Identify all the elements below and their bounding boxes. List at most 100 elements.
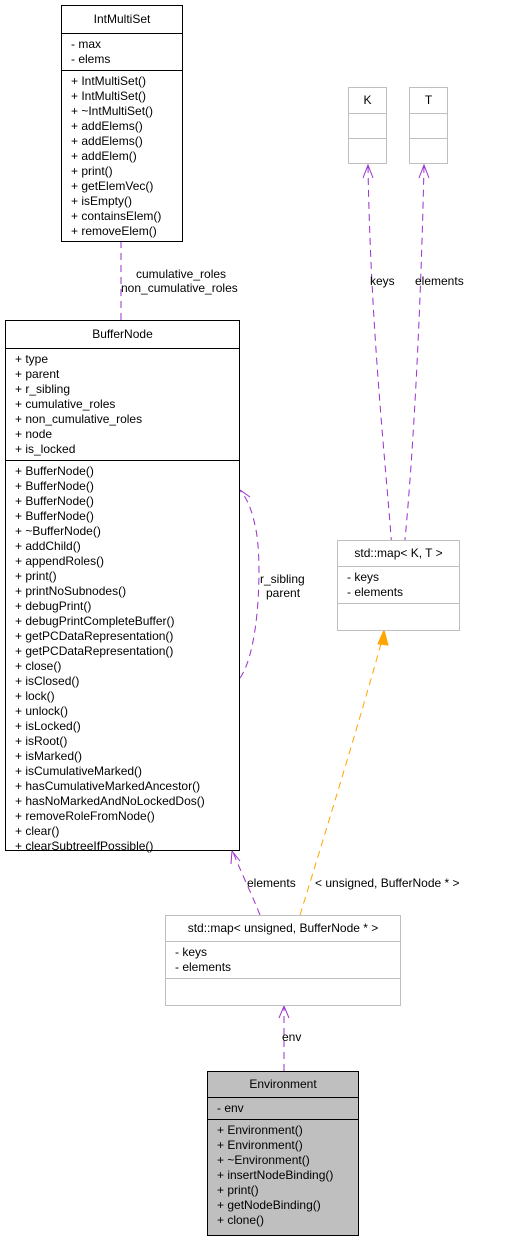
method: + ~BufferNode() xyxy=(15,524,101,538)
method: + removeElem() xyxy=(71,224,157,238)
method: + BufferNode() xyxy=(15,509,94,523)
edge-label-parent: parent xyxy=(266,586,301,600)
attribute: + node xyxy=(15,427,53,441)
method: + lock() xyxy=(15,689,55,703)
methods-section xyxy=(338,603,459,628)
attributes-section: - env xyxy=(208,1097,358,1119)
attributes-section: + type + parent + r_sibling + cumulative_ro… xyxy=(6,348,239,460)
attribute: - env xyxy=(217,1101,244,1115)
class-buffernode[interactable]: BufferNode + type + parent + r_sibling + cu… xyxy=(5,320,240,853)
method: + debugPrintCompleteBuffer() xyxy=(15,614,175,628)
method: + getPCDataRepresentation() xyxy=(15,644,174,658)
edge-map-t xyxy=(401,165,425,569)
method: + isEmpty() xyxy=(71,194,133,208)
method: + print() xyxy=(15,569,57,583)
method: + isRoot() xyxy=(15,734,68,748)
attribute: + non_cumulative_roles xyxy=(15,412,143,426)
method: + isCumulativeMarked() xyxy=(15,764,143,778)
attribute: + parent xyxy=(15,367,60,381)
attributes-section: - keys - elements xyxy=(338,566,459,603)
class-title: BufferNode xyxy=(92,327,153,341)
method: + Environment() xyxy=(217,1123,303,1137)
method: + isMarked() xyxy=(15,749,83,763)
attributes-section: - max - elems xyxy=(62,33,182,70)
methods-section xyxy=(349,138,386,163)
method: + hasCumulativeMarkedAncestor() xyxy=(15,779,201,793)
method: + containsElem() xyxy=(71,209,162,223)
method: + BufferNode() xyxy=(15,494,94,508)
method: + ~IntMultiSet() xyxy=(71,104,154,118)
edge-map-k xyxy=(367,165,394,569)
class-title: IntMultiSet xyxy=(93,12,151,26)
method: + getPCDataRepresentation() xyxy=(15,629,174,643)
attribute: - keys xyxy=(347,570,380,584)
method: + addElems() xyxy=(71,134,143,148)
edge-template-instantiation xyxy=(299,639,383,916)
class-k[interactable]: K xyxy=(348,87,387,164)
attributes-section: - keys - elements xyxy=(166,941,400,978)
method: + getNodeBinding() xyxy=(217,1198,321,1212)
method: + insertNodeBinding() xyxy=(217,1168,334,1182)
attribute: + type xyxy=(15,352,49,366)
attribute: - max xyxy=(71,37,101,51)
method: + isClosed() xyxy=(15,674,80,688)
edge-label-template-args: < unsigned, BufferNode * > xyxy=(315,876,460,890)
edge-label-env: env xyxy=(282,1030,302,1044)
method: + clearSubtreeIfPossible() xyxy=(15,839,154,853)
attribute: - elems xyxy=(71,52,111,66)
methods-section xyxy=(166,978,400,1003)
attribute: - keys xyxy=(175,945,208,959)
method: + Environment() xyxy=(217,1138,303,1152)
method: + print() xyxy=(217,1183,259,1197)
method: + BufferNode() xyxy=(15,464,94,478)
edge-label-non-cumulative-roles: non_cumulative_roles xyxy=(121,281,238,295)
method: + printNoSubnodes() xyxy=(15,584,127,598)
attributes-section xyxy=(349,113,386,138)
edge-label-keys: keys xyxy=(370,274,395,288)
method: + addChild() xyxy=(15,539,81,553)
class-title: K xyxy=(363,93,372,107)
class-std-map-instance[interactable]: std::map< unsigned, BufferNode * > - key… xyxy=(165,915,401,1006)
methods-section: + IntMultiSet() + IntMultiSet() + ~IntMult… xyxy=(62,70,182,242)
method: + debugPrint() xyxy=(15,599,92,613)
edge-label-r-sibling: r_sibling xyxy=(260,572,305,586)
method: + removeRoleFromNode() xyxy=(15,809,155,823)
attribute: + cumulative_roles xyxy=(15,397,116,411)
class-environment[interactable]: Environment - env + Environment() + Envir… xyxy=(207,1071,359,1236)
edge-label-cumulative-roles: cumulative_roles xyxy=(136,267,227,281)
attribute: + r_sibling xyxy=(15,382,71,396)
attribute: - elements xyxy=(175,960,232,974)
method: + addElems() xyxy=(71,119,143,133)
attributes-section xyxy=(410,113,447,138)
class-title: Environment xyxy=(249,1077,317,1091)
method: + clear() xyxy=(15,824,60,838)
method: + addElem() xyxy=(71,149,137,163)
attribute: - elements xyxy=(347,585,404,599)
method: + unlock() xyxy=(15,704,69,718)
method: + print() xyxy=(71,164,113,178)
arrowhead-template xyxy=(377,628,389,646)
method: + IntMultiSet() xyxy=(71,74,147,88)
class-title: T xyxy=(424,93,433,107)
method: + appendRoles() xyxy=(15,554,105,568)
attribute: + is_locked xyxy=(15,442,76,456)
methods-section xyxy=(410,138,447,163)
methods-section: + BufferNode() + BufferNode() + BufferNode… xyxy=(6,460,239,857)
method: + hasNoMarkedAndNoLockedDos() xyxy=(15,794,205,808)
method: + IntMultiSet() xyxy=(71,89,147,103)
method: + isLocked() xyxy=(15,719,81,733)
class-std-map-template[interactable]: std::map< K, T > - keys - elements xyxy=(337,540,460,631)
class-title: std::map< unsigned, BufferNode * > xyxy=(187,921,379,935)
method: + getElemVec() xyxy=(71,179,154,193)
method: + BufferNode() xyxy=(15,479,94,493)
class-intmultiset[interactable]: IntMultiSet - max - elems + IntMultiSet()… xyxy=(61,5,183,242)
methods-section: + Environment() + Environment() + ~Environ… xyxy=(208,1119,358,1231)
method: + close() xyxy=(15,659,62,673)
class-title: std::map< K, T > xyxy=(354,546,443,560)
edge-buffernode-self xyxy=(239,489,260,679)
method: + ~Environment() xyxy=(217,1153,310,1167)
class-t[interactable]: T xyxy=(409,87,448,164)
method: + clone() xyxy=(217,1213,265,1227)
edge-label-elements-buffernode: elements xyxy=(247,876,296,890)
edge-label-elements-t: elements xyxy=(415,274,464,288)
